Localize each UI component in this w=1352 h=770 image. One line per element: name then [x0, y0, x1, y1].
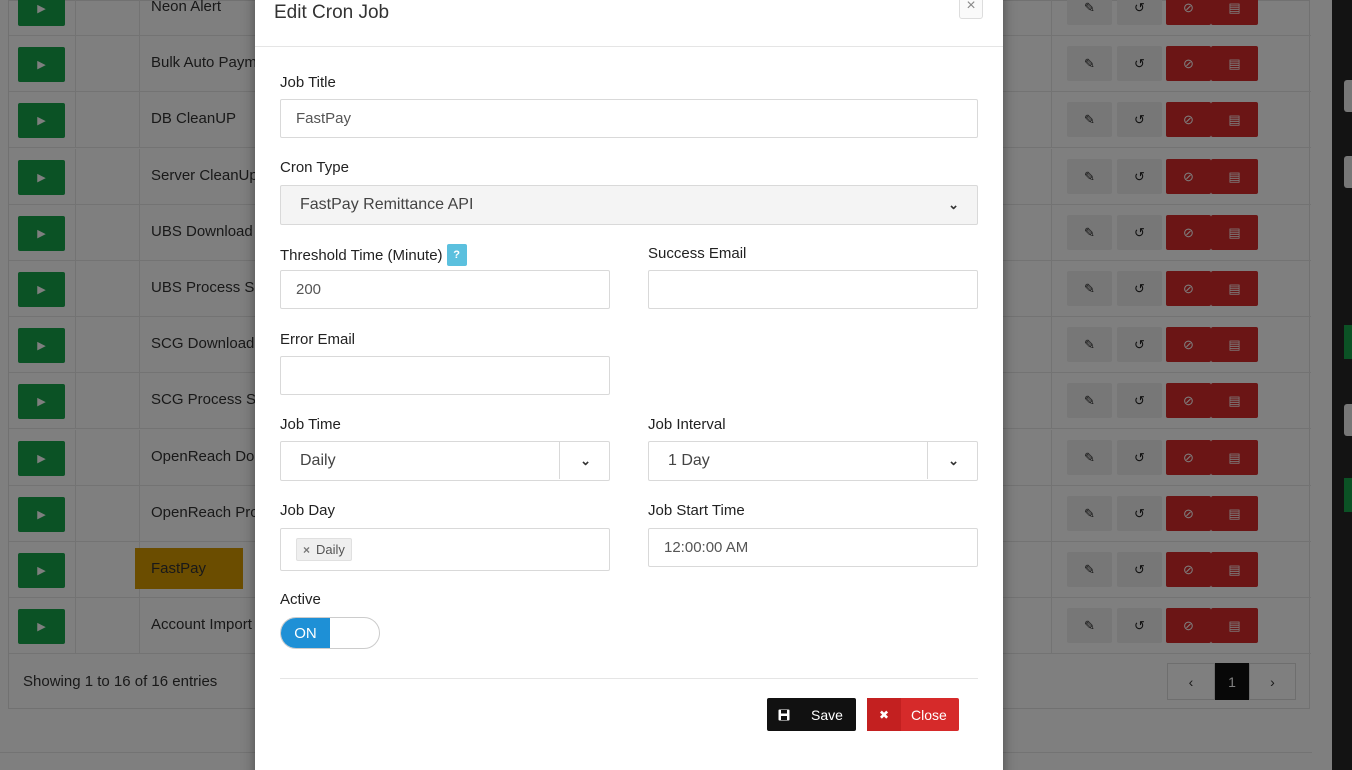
job-start-time-label: Job Start Time — [648, 502, 745, 519]
save-button[interactable]: Save — [767, 698, 856, 731]
active-toggle[interactable]: ON — [280, 617, 380, 649]
cron-type-value: FastPay Remittance API — [300, 196, 474, 213]
threshold-input[interactable]: 200 — [280, 270, 610, 309]
save-button-label: Save — [811, 706, 843, 723]
divider — [559, 442, 560, 479]
job-interval-select[interactable]: 1 Day ⌄ — [648, 441, 978, 481]
chevron-down-icon: ⌄ — [948, 197, 959, 212]
error-email-label: Error Email — [280, 331, 356, 348]
job-time-value: Daily — [300, 452, 336, 469]
job-day-label: Job Day — [280, 502, 336, 519]
close-icon: ✖ — [867, 698, 901, 731]
cron-type-label: Cron Type — [280, 159, 349, 176]
job-day-tag-label: Daily — [316, 542, 345, 557]
job-interval-value: 1 Day — [668, 452, 710, 469]
close-button-label: Close — [911, 706, 947, 723]
chevron-down-icon: ⌄ — [580, 453, 591, 468]
job-time-select[interactable]: Daily ⌄ — [280, 441, 610, 481]
threshold-label-text: Threshold Time (Minute) — [280, 246, 443, 264]
toggle-on-label: ON — [281, 618, 330, 648]
cron-type-select[interactable]: FastPay Remittance API ⌄ — [280, 185, 978, 225]
modal-header: Edit Cron Job × — [255, 0, 1003, 47]
close-button[interactable]: ✖ Close — [867, 698, 959, 731]
job-start-time-input[interactable]: 12:00:00 AM — [648, 528, 978, 567]
floppy-disk-icon — [767, 698, 801, 731]
job-day-tag: × Daily — [296, 538, 352, 561]
modal-close-icon[interactable]: × — [959, 0, 983, 19]
error-email-input[interactable] — [280, 356, 610, 395]
threshold-label: Threshold Time (Minute)? — [280, 244, 467, 267]
modal-title: Edit Cron Job — [274, 2, 390, 23]
divider — [280, 678, 978, 679]
active-label: Active — [280, 591, 321, 608]
job-title-input[interactable]: FastPay — [280, 99, 978, 138]
help-icon[interactable]: ? — [446, 244, 467, 266]
job-day-multiselect[interactable]: × Daily — [280, 528, 610, 571]
divider — [927, 442, 928, 479]
remove-tag-icon[interactable]: × — [303, 543, 310, 557]
edit-cron-job-modal: Edit Cron Job × Job Title FastPay Cron T… — [255, 0, 1003, 770]
job-time-label: Job Time — [280, 416, 341, 433]
success-email-input[interactable] — [648, 270, 978, 309]
job-interval-label: Job Interval — [648, 416, 726, 433]
job-title-label: Job Title — [280, 74, 336, 91]
success-email-label: Success Email — [648, 245, 747, 262]
chevron-down-icon: ⌄ — [948, 453, 959, 468]
